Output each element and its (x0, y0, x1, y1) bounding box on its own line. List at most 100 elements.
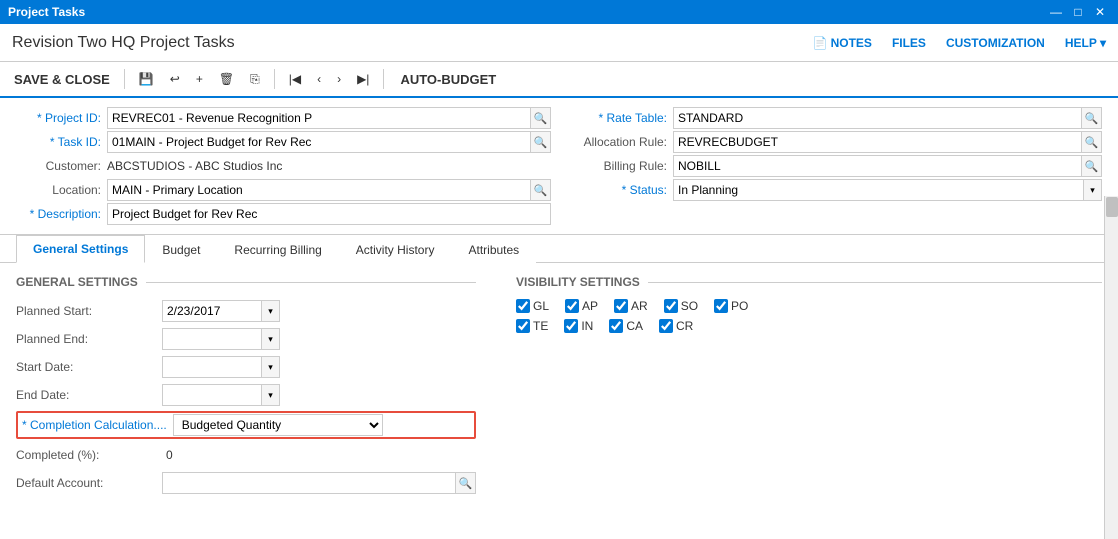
files-button[interactable]: FILES (892, 36, 926, 50)
planned-end-field[interactable]: ▾ (162, 328, 280, 350)
form-section: Project ID: 🔍 Task ID: 🔍 Customer: ABCST… (0, 98, 1118, 235)
billing-rule-input[interactable] (673, 155, 1082, 177)
visibility-ar-checkbox[interactable] (614, 299, 628, 313)
tab-budget[interactable]: Budget (145, 235, 217, 263)
rate-table-input[interactable] (673, 107, 1082, 129)
auto-budget-button[interactable]: AUTO-BUDGET (392, 69, 504, 90)
save-close-button[interactable]: SAVE & CLOSE (8, 69, 116, 90)
minimize-button[interactable]: — (1046, 4, 1066, 20)
scroll-track[interactable] (1104, 196, 1118, 539)
help-label: HELP ▾ (1065, 36, 1106, 50)
description-input[interactable] (107, 203, 551, 225)
completion-calc-field[interactable]: Budgeted Quantity (173, 414, 383, 436)
rate-table-search-button[interactable]: 🔍 (1082, 107, 1102, 129)
tab-attributes[interactable]: Attributes (451, 235, 536, 263)
billing-rule-search-button[interactable]: 🔍 (1082, 155, 1102, 177)
planned-start-dropdown-button[interactable]: ▾ (262, 300, 280, 322)
last-button[interactable]: ▶| (351, 69, 375, 89)
location-search-button[interactable]: 🔍 (531, 179, 551, 201)
planned-end-row: Planned End: ▾ (16, 327, 476, 351)
help-button[interactable]: HELP ▾ (1065, 36, 1106, 50)
visibility-te-label: TE (533, 319, 548, 333)
visibility-row-1: GL AP AR SO PO (516, 299, 1102, 313)
task-id-input[interactable] (107, 131, 531, 153)
tab-general-settings[interactable]: General Settings (16, 235, 145, 263)
planned-end-input[interactable] (162, 328, 262, 350)
tab-recurring-billing[interactable]: Recurring Billing (217, 235, 338, 263)
maximize-button[interactable]: □ (1068, 4, 1088, 20)
default-account-search-button[interactable]: 🔍 (456, 472, 476, 494)
billing-rule-row: Billing Rule: 🔍 (567, 154, 1102, 178)
save-button[interactable]: 💾 (133, 69, 160, 89)
visibility-te-checkbox[interactable] (516, 319, 530, 333)
visibility-in-checkbox[interactable] (564, 319, 578, 333)
allocation-rule-search-button[interactable]: 🔍 (1082, 131, 1102, 153)
project-id-search-button[interactable]: 🔍 (531, 107, 551, 129)
end-date-row: End Date: ▾ (16, 383, 476, 407)
delete-button[interactable]: 🗑 (213, 69, 240, 89)
tabs-bar: General Settings Budget Recurring Billin… (0, 235, 1118, 263)
next-button[interactable]: › (331, 69, 347, 89)
allocation-rule-field[interactable]: 🔍 (673, 131, 1102, 153)
tab-activity-history[interactable]: Activity History (339, 235, 452, 263)
visibility-po-checkbox[interactable] (714, 299, 728, 313)
end-date-input[interactable] (162, 384, 262, 406)
visibility-cr-checkbox[interactable] (659, 319, 673, 333)
start-date-dropdown-button[interactable]: ▾ (262, 356, 280, 378)
default-account-input[interactable] (162, 472, 456, 494)
visibility-ca-label: CA (626, 319, 643, 333)
visibility-so: SO (664, 299, 698, 313)
completed-row: Completed (%): 0 (16, 443, 476, 467)
add-button[interactable]: + (190, 69, 209, 89)
completion-calc-select[interactable]: Budgeted Quantity (173, 414, 383, 436)
first-icon: |◀ (289, 72, 301, 86)
end-date-dropdown-button[interactable]: ▾ (262, 384, 280, 406)
visibility-so-checkbox[interactable] (664, 299, 678, 313)
visibility-ca-checkbox[interactable] (609, 319, 623, 333)
end-date-field[interactable]: ▾ (162, 384, 280, 406)
completion-calc-row: * Completion Calculation.... Budgeted Qu… (16, 411, 476, 439)
task-id-field[interactable]: 🔍 (107, 131, 551, 153)
allocation-rule-input[interactable] (673, 131, 1082, 153)
title-bar-controls: — □ ✕ (1046, 4, 1110, 20)
visibility-gl-checkbox[interactable] (516, 299, 530, 313)
copy-button[interactable]: ⎘ (244, 69, 266, 90)
completion-calc-label: * Completion Calculation.... (22, 418, 167, 432)
form-right-column: Rate Table: 🔍 Allocation Rule: 🔍 Billing… (567, 106, 1102, 226)
visibility-ap: AP (565, 299, 598, 313)
project-id-input[interactable] (107, 107, 531, 129)
planned-start-field[interactable]: ▾ (162, 300, 280, 322)
status-dropdown-button[interactable]: ▾ (1084, 179, 1102, 201)
location-label: Location: (16, 183, 101, 197)
visibility-ap-checkbox[interactable] (565, 299, 579, 313)
delete-icon: 🗑 (219, 72, 234, 86)
visibility-row-2: TE IN CA CR (516, 319, 1102, 333)
billing-rule-field[interactable]: 🔍 (673, 155, 1102, 177)
scroll-thumb[interactable] (1106, 197, 1118, 217)
default-account-field[interactable]: 🔍 (162, 472, 476, 494)
project-id-field[interactable]: 🔍 (107, 107, 551, 129)
status-field[interactable]: ▾ (673, 179, 1102, 201)
planned-start-row: Planned Start: ▾ (16, 299, 476, 323)
planned-start-input[interactable] (162, 300, 262, 322)
visibility-in-label: IN (581, 319, 593, 333)
customization-button[interactable]: CUSTOMIZATION (946, 36, 1045, 50)
undo-button[interactable]: ↩ (164, 69, 186, 89)
start-date-field[interactable]: ▾ (162, 356, 280, 378)
status-input[interactable] (673, 179, 1084, 201)
location-input[interactable] (107, 179, 531, 201)
visibility-te: TE (516, 319, 548, 333)
first-button[interactable]: |◀ (283, 69, 307, 89)
customer-value: ABCSTUDIOS - ABC Studios Inc (107, 159, 282, 173)
undo-icon: ↩ (170, 72, 180, 86)
planned-end-dropdown-button[interactable]: ▾ (262, 328, 280, 350)
close-button[interactable]: ✕ (1090, 4, 1110, 20)
title-bar: Project Tasks — □ ✕ (0, 0, 1118, 24)
location-field[interactable]: 🔍 (107, 179, 551, 201)
visibility-ar-label: AR (631, 299, 648, 313)
prev-button[interactable]: ‹ (311, 69, 327, 89)
notes-button[interactable]: 📄 NOTES (813, 36, 872, 50)
rate-table-field[interactable]: 🔍 (673, 107, 1102, 129)
task-id-search-button[interactable]: 🔍 (531, 131, 551, 153)
start-date-input[interactable] (162, 356, 262, 378)
